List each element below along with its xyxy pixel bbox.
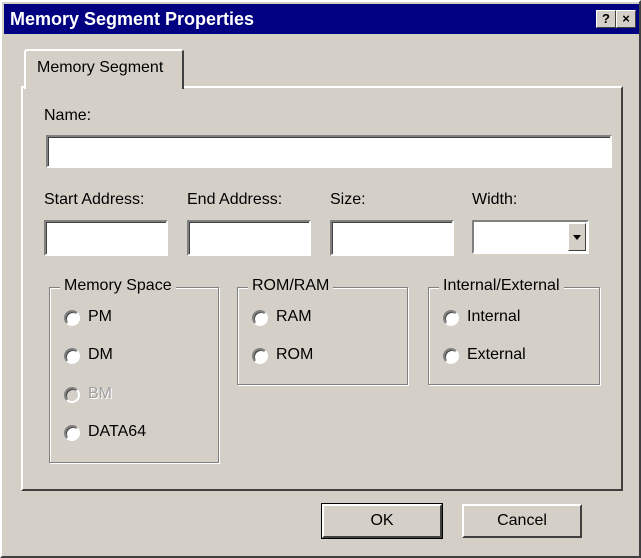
memory-segment-properties-dialog: Memory Segment Properties ? × Memory Seg…: [0, 0, 641, 558]
tab-memory-segment[interactable]: Memory Segment: [24, 49, 184, 89]
ok-button[interactable]: OK: [321, 503, 443, 539]
cancel-button[interactable]: Cancel: [462, 504, 582, 538]
tab-memory-segment-label: Memory Segment: [37, 59, 164, 76]
title-bar[interactable]: Memory Segment Properties ? ×: [4, 4, 639, 34]
tab-panel: [21, 86, 623, 491]
help-button[interactable]: ?: [596, 10, 616, 28]
window-title: Memory Segment Properties: [10, 9, 255, 29]
close-button[interactable]: ×: [616, 10, 636, 28]
